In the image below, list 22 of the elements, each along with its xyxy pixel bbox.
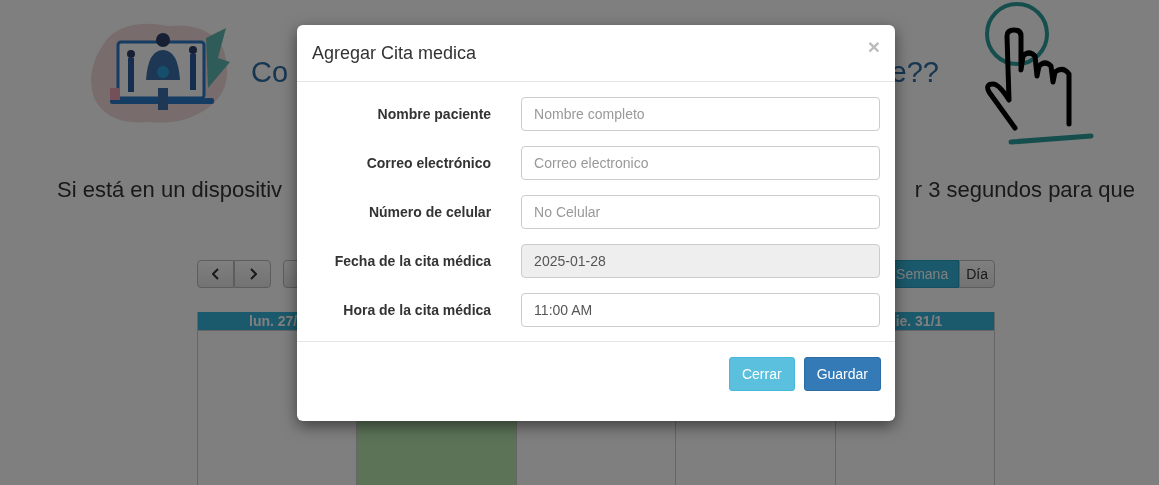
- instruction-text: Si está en un dispositiv: [57, 176, 283, 204]
- next-button[interactable]: [234, 260, 271, 288]
- input-field[interactable]: 11:00 AM: [521, 293, 880, 327]
- input-field[interactable]: Correo electronico: [521, 146, 880, 180]
- day-header: ie. 31/1: [895, 312, 943, 330]
- dialog-button[interactable]: Guardar: [803, 357, 881, 391]
- previous-button[interactable]: [197, 260, 234, 288]
- chevron-left-icon: [211, 268, 220, 280]
- field-label: Nombre paciente: [376, 106, 492, 122]
- instruction-text: r 3 segundos para que: [914, 176, 1135, 204]
- field-label: Hora de la cita médica: [342, 302, 492, 318]
- field-label: Correo electrónico: [365, 155, 492, 171]
- input-field[interactable]: No Celular: [521, 195, 880, 229]
- chevron-right-icon: [248, 268, 257, 280]
- dialog-title: Agregar Cita medica: [312, 42, 477, 64]
- input-field[interactable]: Nombre completo: [521, 97, 880, 131]
- field-label: Fecha de la cita médica: [333, 253, 492, 269]
- dialog-button[interactable]: Cerrar: [728, 357, 795, 391]
- field-label: Número de celular: [367, 204, 492, 220]
- day-header: lun. 27/: [249, 312, 298, 330]
- view-tab[interactable]: Día: [959, 260, 995, 288]
- page-heading: Co: [251, 56, 289, 89]
